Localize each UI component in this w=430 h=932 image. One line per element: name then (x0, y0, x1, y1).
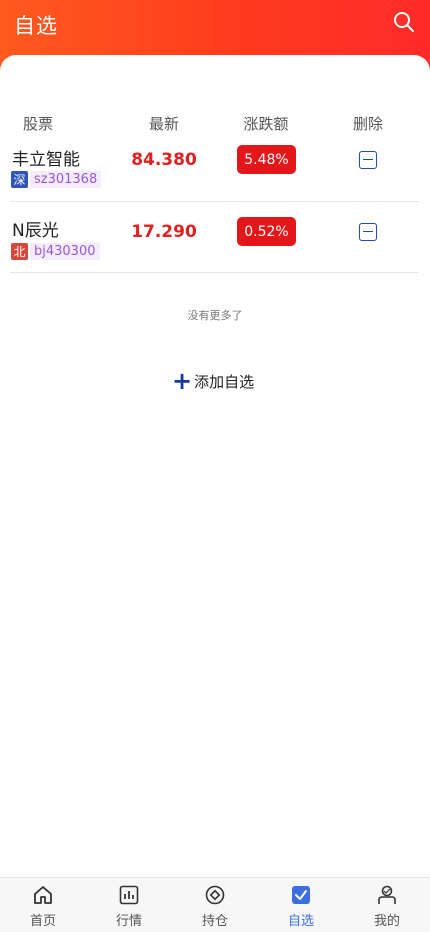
stock-name: N辰光 (12, 221, 59, 241)
list-end-text: 没有更多了 (187, 309, 243, 322)
tab-watchlist[interactable]: 自选 (258, 878, 344, 932)
market-badge: 北 (11, 242, 28, 260)
add-watchlist-button[interactable]: + 添加自选 (172, 369, 254, 393)
tab-home[interactable]: 首页 (0, 878, 86, 932)
tab-home-label: 首页 (29, 914, 56, 929)
position-icon (205, 885, 225, 905)
bottom-tab-bar: 首页 行情 持仓 自选 我的 (0, 877, 430, 932)
chart-icon (119, 885, 139, 905)
tab-mine-label: 我的 (373, 914, 400, 929)
stock-code: sz301368 (30, 170, 102, 188)
stock-row[interactable]: 丰立智能 深 sz301368 84.380 5.48% (10, 130, 419, 202)
tab-position[interactable]: 持仓 (172, 878, 258, 932)
market-badge: 深 (11, 170, 28, 188)
watchlist-icon (292, 886, 310, 904)
delete-icon[interactable] (359, 151, 377, 169)
stock-code-group: 深 sz301368 (11, 170, 102, 188)
tab-market[interactable]: 行情 (86, 878, 172, 932)
plus-icon: + (172, 367, 193, 395)
delete-icon[interactable] (359, 223, 377, 241)
tab-position-label: 持仓 (201, 914, 228, 929)
tab-mine[interactable]: 我的 (344, 878, 430, 932)
tab-market-label: 行情 (115, 914, 142, 929)
home-icon (34, 886, 52, 904)
user-icon (378, 885, 396, 904)
stock-code: bj430300 (30, 242, 100, 260)
change-badge[interactable]: 0.52% (237, 217, 296, 246)
page-title: 自选 (14, 14, 58, 38)
stock-code-group: 北 bj430300 (11, 242, 100, 260)
stock-price: 84.380 (131, 150, 197, 170)
stock-price: 17.290 (131, 222, 197, 242)
add-watchlist-label: 添加自选 (194, 372, 255, 391)
search-icon[interactable] (392, 10, 416, 34)
stock-name: 丰立智能 (12, 150, 80, 170)
stock-row[interactable]: N辰光 北 bj430300 17.290 0.52% (10, 201, 419, 273)
change-badge[interactable]: 5.48% (237, 145, 296, 174)
tab-watchlist-label: 自选 (287, 914, 314, 929)
